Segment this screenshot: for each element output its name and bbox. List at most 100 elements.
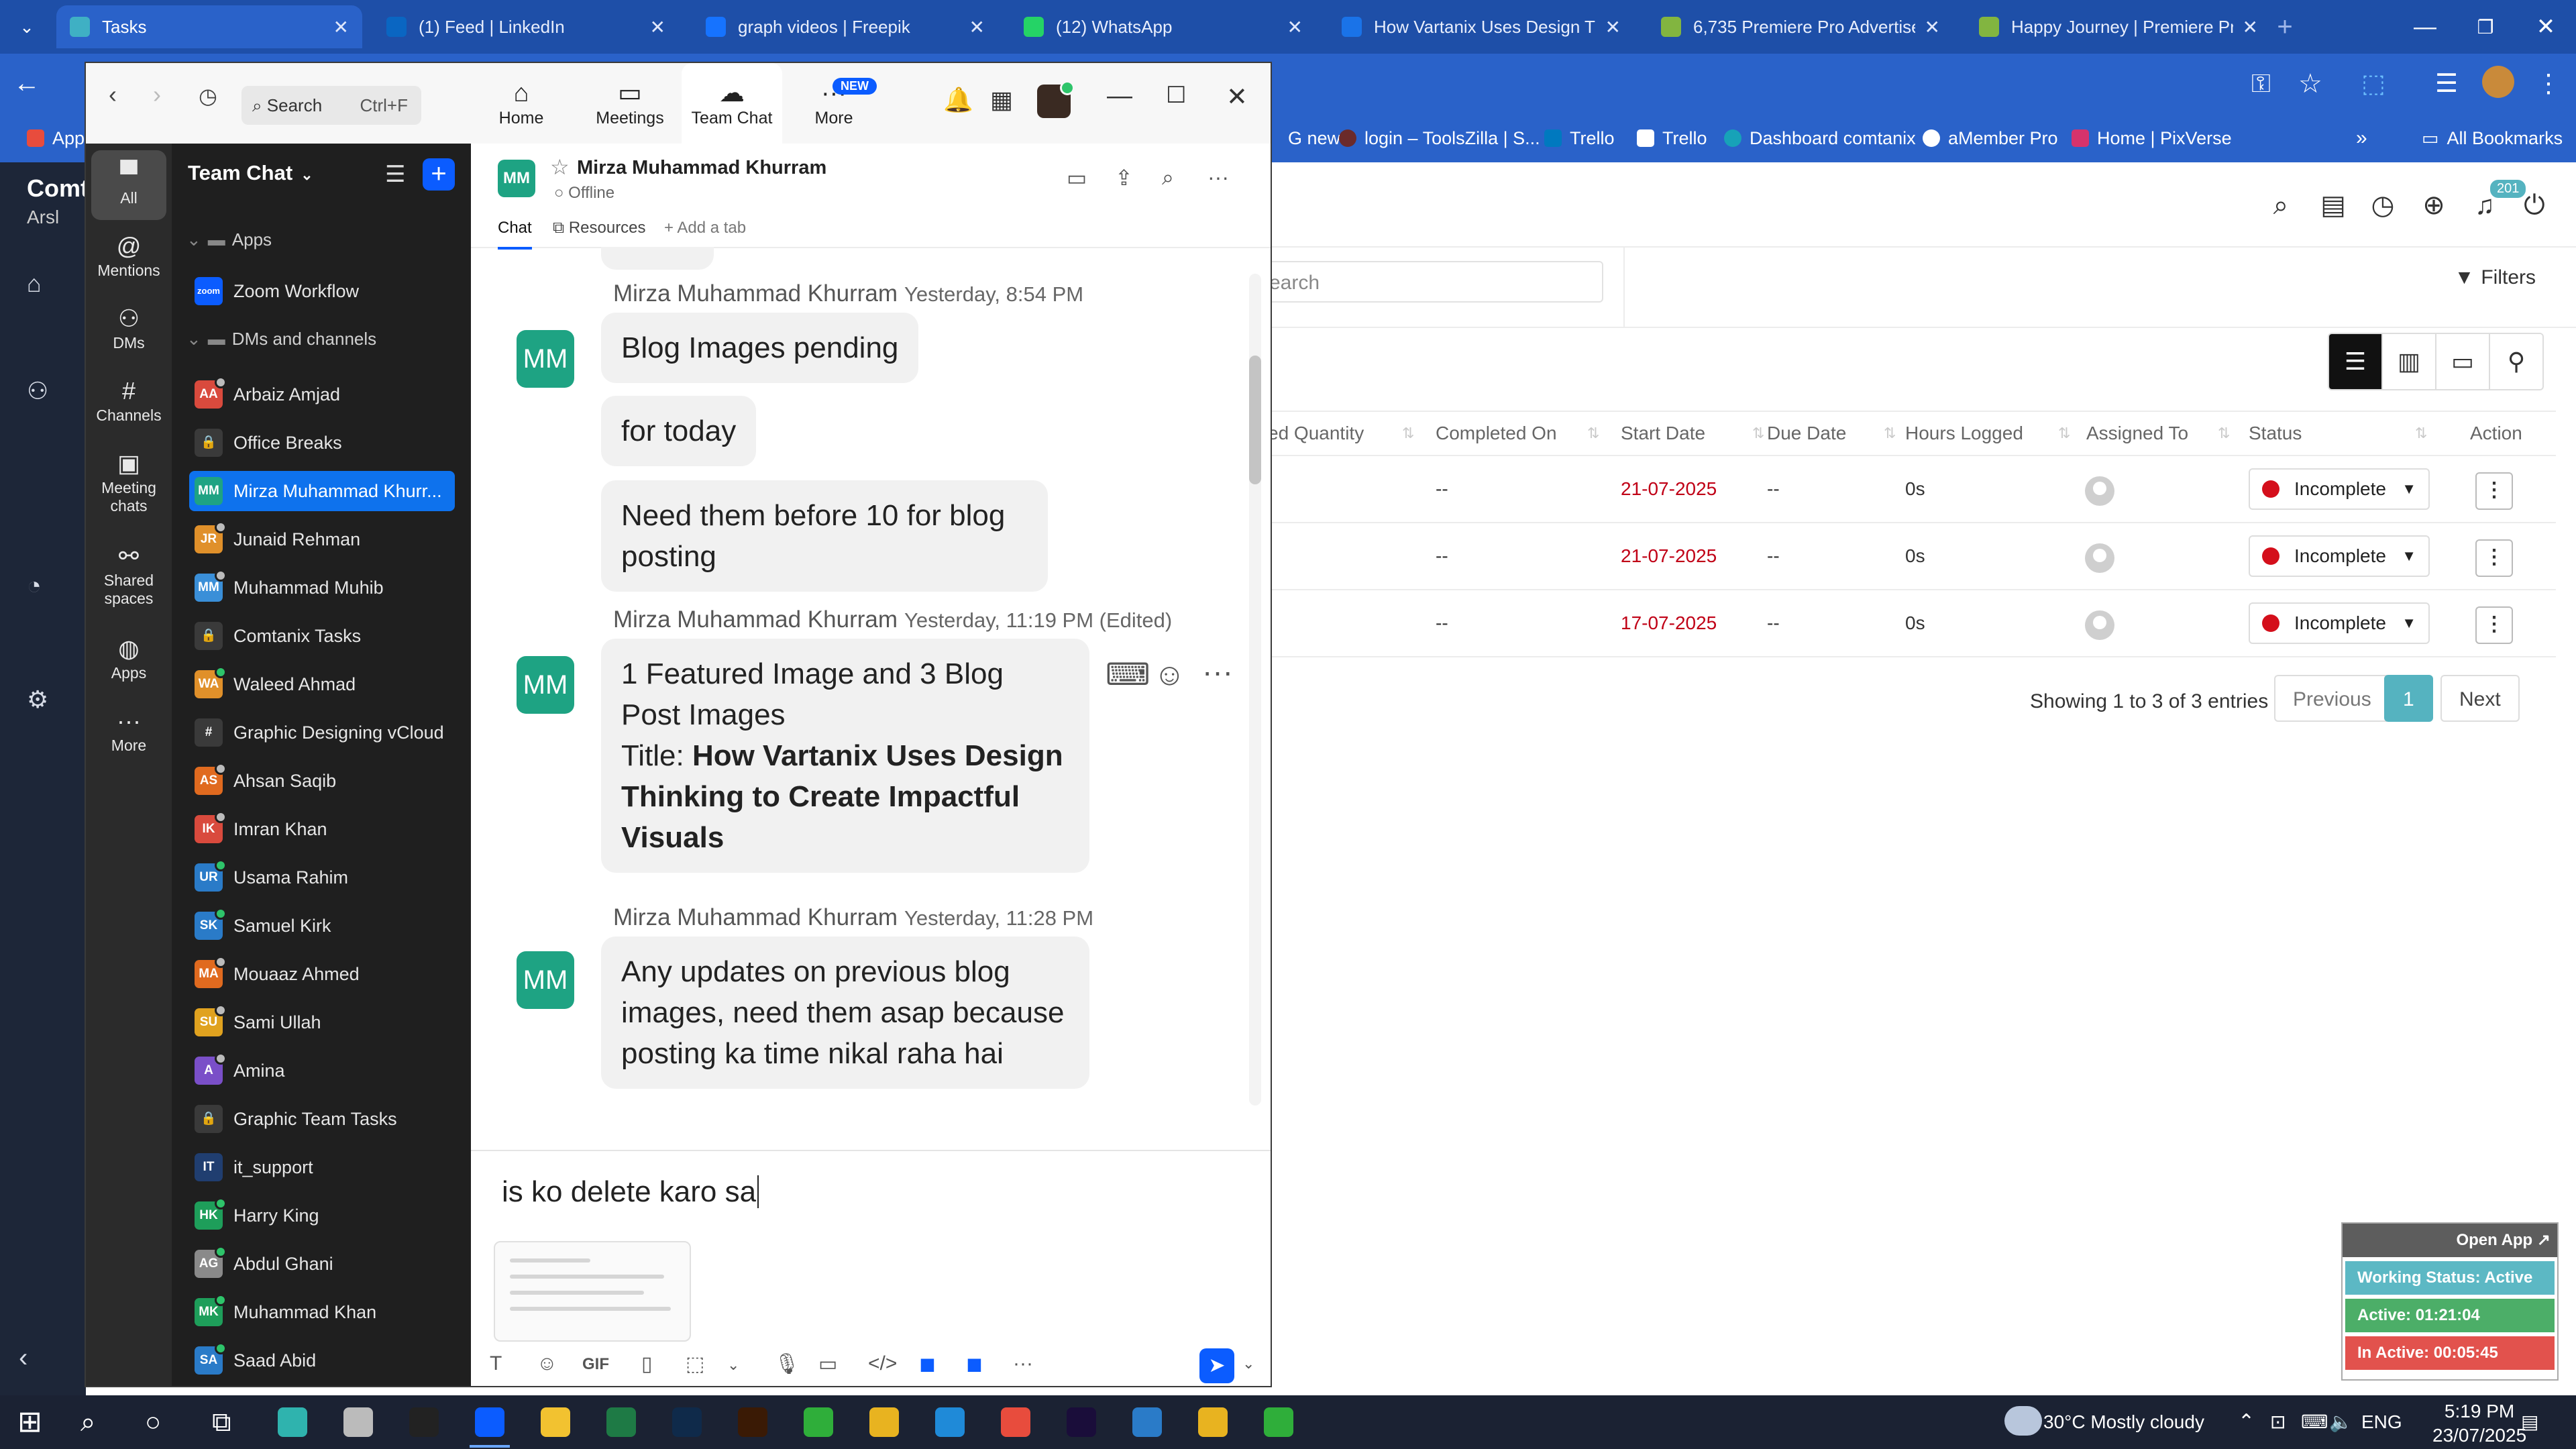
bookmark-apps[interactable]: App (27, 114, 85, 162)
channel-item[interactable]: SU Sami Ullah (189, 1002, 455, 1042)
settings-icon[interactable]: ⚙ (27, 686, 48, 714)
row-actions-button[interactable]: ⋮ (2475, 539, 2513, 577)
sort-icon[interactable]: ⇅ (1402, 412, 1414, 455)
home-icon[interactable]: ⌂ (27, 270, 42, 298)
task-view-icon[interactable]: ⧉ (212, 1407, 231, 1437)
extensions-icon[interactable]: ⬚ (2361, 68, 2385, 99)
channel-item[interactable]: # Graphic Designing vCloud (189, 712, 455, 753)
media-icon[interactable]: ☰ (2435, 68, 2458, 99)
channel-item[interactable]: A Amina (189, 1051, 455, 1091)
zoom-icon[interactable] (475, 1407, 504, 1437)
close-tab-icon[interactable]: ✕ (1925, 16, 1940, 38)
rail-item-meeting-chats[interactable]: ▣ Meeting chats (91, 440, 166, 530)
browser-tab[interactable]: How Vartanix Uses Design Thin ✕ (1328, 5, 1634, 48)
network-icon[interactable]: ⌨ (2301, 1395, 2328, 1449)
message-scrollbar[interactable] (1249, 274, 1261, 1106)
message-bubble[interactable]: Blog Images pending (601, 313, 919, 383)
support-icon[interactable]: ◔ (27, 572, 42, 600)
chevron-down-icon[interactable]: ⌄ (727, 1356, 739, 1374)
chrome-icon[interactable] (869, 1407, 899, 1437)
collapse-icon[interactable]: ‹ (19, 1343, 28, 1373)
rail-item-all[interactable]: ▀ All (91, 150, 166, 220)
meet-icon[interactable]: ⊡ (2270, 1395, 2286, 1449)
channel-item[interactable]: IT it_support (189, 1147, 455, 1187)
language-indicator[interactable]: ENG (2361, 1395, 2402, 1449)
tab-resources[interactable]: ⧉ Resources (553, 219, 646, 247)
menu-icon[interactable]: ⋮ (2536, 68, 2561, 99)
star-icon[interactable]: ☆ (550, 154, 570, 180)
bookmark-toolszilla[interactable]: login – ToolsZilla | S... (1339, 114, 1540, 162)
app-blue-icon[interactable] (1132, 1407, 1162, 1437)
browser-tab[interactable]: graph videos | Freepik ✕ (692, 5, 998, 48)
browser-tab[interactable]: Happy Journey | Premiere Pro ✕ (1966, 5, 2271, 48)
col-due-date[interactable]: Due Date (1767, 412, 1846, 455)
forward-icon[interactable]: › (153, 80, 161, 109)
more-icon[interactable]: ··· (1013, 1352, 1033, 1375)
bookmark-amember[interactable]: aMember Pro (1923, 114, 2058, 162)
users-icon[interactable]: ⚇ (27, 377, 48, 405)
assignee-avatar[interactable] (2085, 476, 2114, 506)
format-text-icon[interactable]: T (490, 1352, 502, 1375)
volume-icon[interactable]: 🔈 (2329, 1395, 2353, 1449)
channel-item[interactable]: AA Arbaiz Amjad (189, 374, 455, 415)
channel-item[interactable]: SA Saad Abid (189, 1340, 455, 1381)
tool-green-2-icon[interactable] (1264, 1407, 1293, 1437)
tickets-icon[interactable]: ▤ (2318, 191, 2348, 220)
chrome-3-icon[interactable] (1198, 1407, 1228, 1437)
code-icon[interactable]: </> (868, 1352, 897, 1375)
browser-tab[interactable]: (1) Feed | LinkedIn ✕ (373, 5, 679, 48)
bell-icon[interactable]: 🔔 (943, 86, 973, 114)
photoshop-icon[interactable] (672, 1407, 702, 1437)
team-chat-dropdown[interactable]: Team Chat ⌄ (188, 161, 313, 185)
channel-item[interactable]: 🔒 Office Breaks (189, 423, 455, 463)
maximize-icon[interactable]: ☐ (1166, 82, 1186, 109)
message-bubble[interactable]: Need them before 10 for blog posting (601, 480, 1048, 592)
zoom-search-input[interactable]: ⌕ Search Ctrl+F (241, 86, 421, 125)
open-app-button[interactable]: Open App ↗ (2343, 1224, 2557, 1257)
clock-icon[interactable]: ◷ (2368, 191, 2398, 220)
rail-item-channels[interactable]: # Channels (91, 368, 166, 437)
gif-icon[interactable]: GIF (582, 1355, 609, 1374)
channel-item[interactable]: MM Mirza Muhammad Khurr... (189, 471, 455, 511)
app-icon[interactable]: ◼ (919, 1352, 936, 1376)
excel-icon[interactable] (606, 1407, 636, 1437)
table-row[interactable]: -- 21-07-2025 -- 0s Incomplete ▼ ⋮ (1268, 456, 2556, 523)
star-icon[interactable]: ☆ (2298, 68, 2322, 99)
close-icon[interactable]: ✕ (1226, 82, 1248, 112)
channel-item[interactable]: JR Junaid Rehman (189, 519, 455, 559)
message-avatar[interactable]: MM (517, 951, 574, 1009)
bookmark-dashboard-comtanix[interactable]: Dashboard comtanix (1724, 114, 1916, 162)
contact-name[interactable]: Mirza Muhammad Khurram (577, 157, 826, 179)
send-options-icon[interactable]: ⌄ (1242, 1355, 1254, 1373)
calendar-icon[interactable]: ▦ (990, 86, 1013, 114)
tool-green-icon[interactable] (804, 1407, 833, 1437)
sort-icon[interactable]: ⇅ (1884, 412, 1896, 455)
next-page-button[interactable]: Next (2440, 675, 2520, 722)
assignee-avatar[interactable] (2085, 610, 2114, 640)
col-start-date[interactable]: Start Date (1621, 412, 1705, 455)
table-row[interactable]: -- 21-07-2025 -- 0s Incomplete ▼ ⋮ (1268, 523, 2556, 590)
weather-text[interactable]: 30°C Mostly cloudy (2043, 1395, 2204, 1449)
rail-item-dms[interactable]: ⚇ DMs (91, 295, 166, 365)
sort-icon[interactable]: ⇅ (2058, 412, 2070, 455)
col-status[interactable]: Status (2249, 412, 2302, 455)
channel-item[interactable]: MM Muhammad Muhib (189, 568, 455, 608)
table-row[interactable]: -- 17-07-2025 -- 0s Incomplete ▼ ⋮ (1268, 590, 2556, 657)
profile-avatar[interactable] (1037, 80, 1075, 118)
col-quantity[interactable]: ed Quantity (1268, 412, 1364, 455)
reply-thread-icon[interactable]: ⌨ (1106, 656, 1150, 692)
channel-item[interactable]: 🔒 Graphic Team Tasks (189, 1099, 455, 1139)
clock[interactable]: 5:19 PM 23/07/2025 (2432, 1399, 2526, 1446)
message-bubble[interactable]: Any updates on previous blog images, nee… (601, 936, 1089, 1089)
key-icon[interactable]: ⚿ (2251, 70, 2271, 99)
message-input[interactable]: is ko delete karo sa (502, 1175, 759, 1209)
add-icon[interactable]: ⊕ (2419, 191, 2449, 220)
premiere-icon[interactable] (1067, 1407, 1096, 1437)
scrollbar-thumb[interactable] (1249, 356, 1261, 484)
search-icon[interactable]: ⌕ (80, 1407, 95, 1437)
close-tab-icon[interactable]: ✕ (1287, 16, 1303, 38)
edge-icon[interactable] (278, 1407, 307, 1437)
browser-tab[interactable]: Tasks ✕ (56, 5, 362, 48)
kanban-view-icon[interactable]: ▥ (2383, 334, 2436, 389)
message-bubble[interactable]: for today (601, 396, 757, 466)
